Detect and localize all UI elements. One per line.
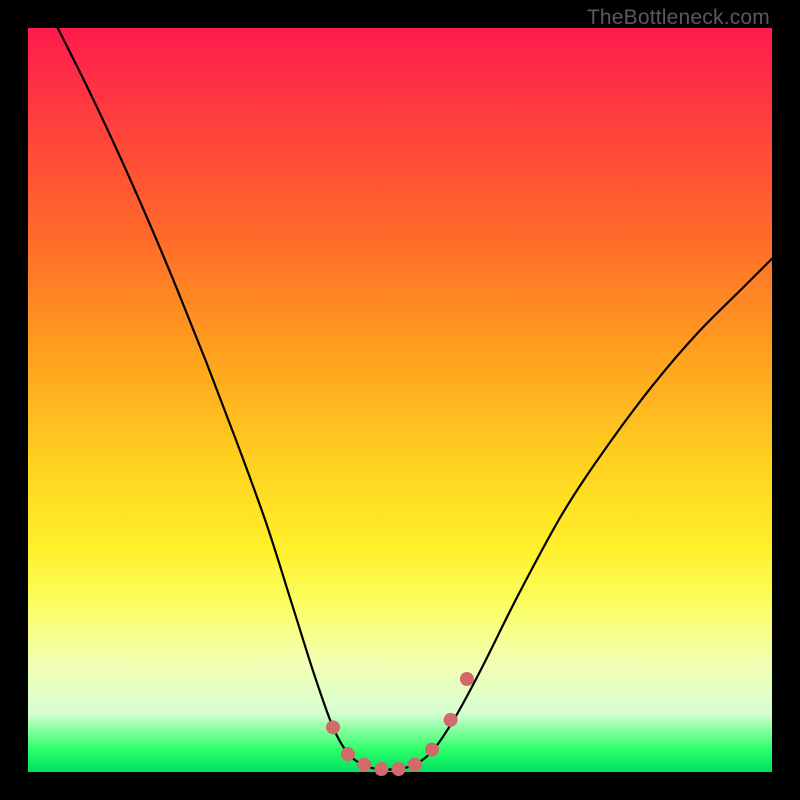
- valley-marker: [326, 720, 340, 734]
- plot-area: [28, 28, 772, 772]
- valley-marker: [425, 743, 439, 757]
- outer-frame: TheBottleneck.com: [0, 0, 800, 800]
- valley-marker: [374, 762, 388, 776]
- valley-marker: [444, 713, 458, 727]
- valley-marker: [392, 762, 406, 776]
- chart-svg: [28, 28, 772, 772]
- valley-marker-group: [326, 672, 474, 776]
- valley-marker: [408, 758, 422, 772]
- valley-marker: [357, 758, 371, 772]
- valley-marker: [460, 672, 474, 686]
- bottleneck-curve: [58, 28, 772, 770]
- valley-marker: [341, 747, 355, 761]
- watermark-text: TheBottleneck.com: [587, 6, 770, 30]
